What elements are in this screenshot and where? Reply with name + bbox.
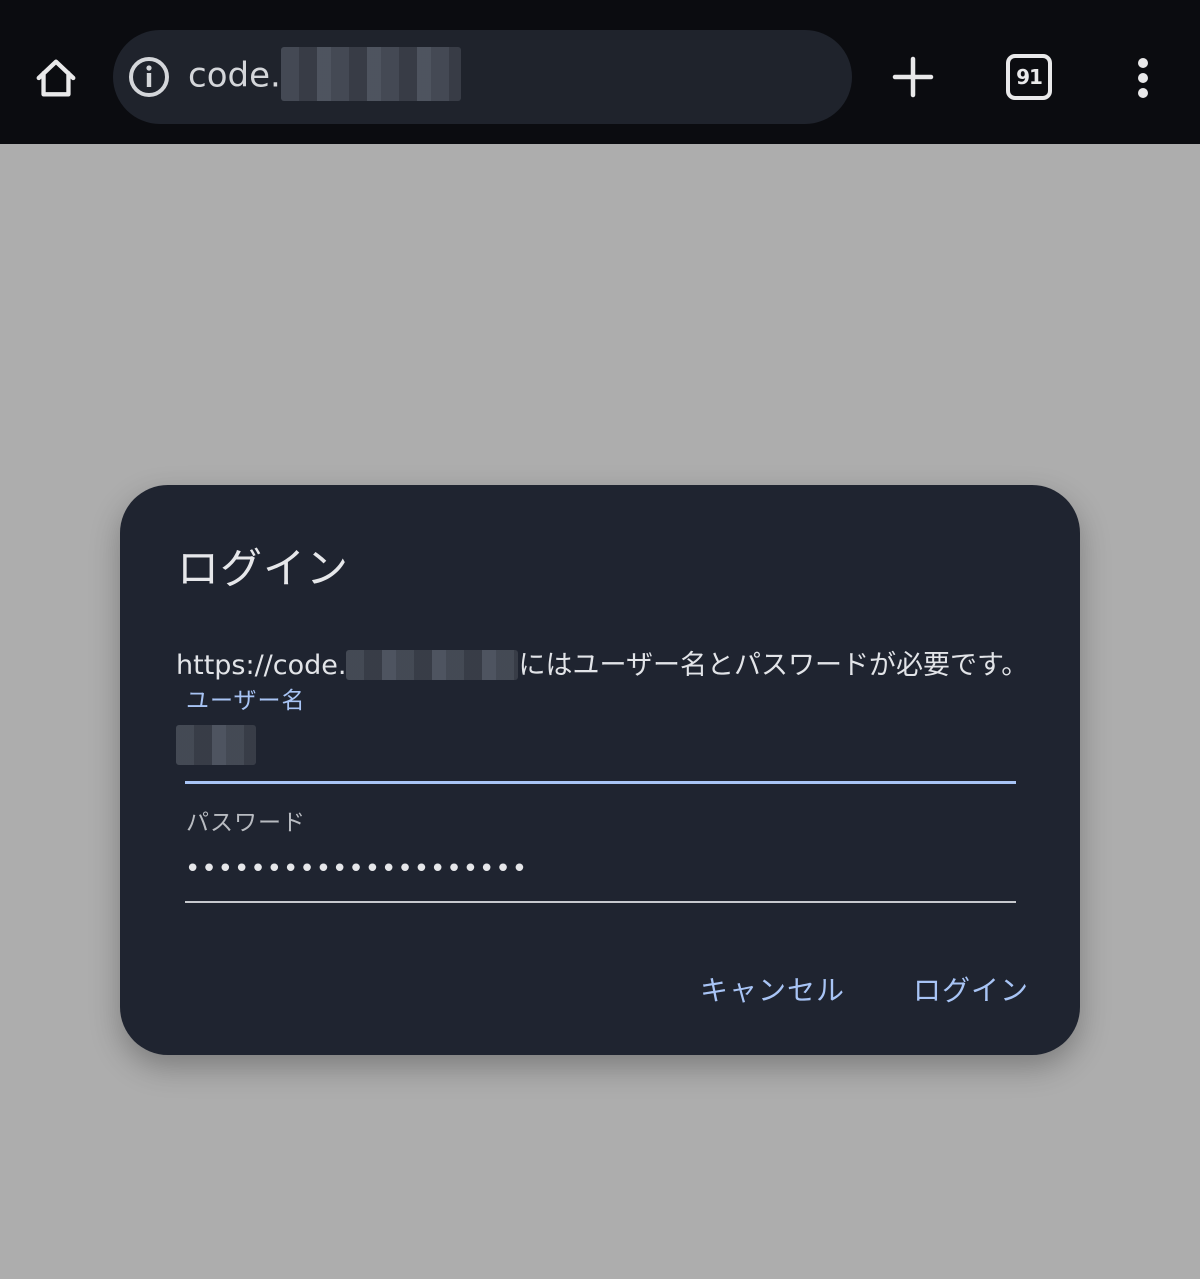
- url-visible: code.: [188, 55, 281, 96]
- tab-switcher-button[interactable]: 91: [1006, 54, 1052, 100]
- dialog-message: https://code. にはユーザー名とパスワードが必要です。: [176, 643, 1056, 682]
- new-tab-button[interactable]: [882, 46, 944, 108]
- password-field[interactable]: •••••••••••••••••••••: [185, 849, 1016, 899]
- login-button[interactable]: ログイン: [913, 969, 1029, 1009]
- username-underline: [185, 781, 1016, 784]
- home-icon: [36, 59, 76, 97]
- message-text: にはユーザー名とパスワードが必要です。: [518, 650, 1029, 681]
- home-button[interactable]: [20, 42, 92, 114]
- menu-dot: [1138, 58, 1148, 68]
- tab-count: 91: [1016, 65, 1043, 89]
- browser-toolbar: code. 91: [0, 0, 1200, 144]
- login-dialog: ログイン https://code. にはユーザー名とパスワードが必要です。 ユー…: [120, 485, 1080, 1055]
- menu-dot: [1138, 73, 1148, 83]
- cancel-button[interactable]: キャンセル: [700, 969, 845, 1009]
- username-field[interactable]: [176, 715, 1016, 769]
- username-label: ユーザー名: [186, 688, 306, 714]
- more-menu-button[interactable]: [1118, 48, 1168, 108]
- message-redaction: [346, 649, 519, 680]
- dialog-title: ログイン: [177, 544, 350, 593]
- plus-icon: [892, 56, 934, 98]
- info-icon[interactable]: [128, 56, 170, 98]
- menu-dot: [1138, 88, 1148, 98]
- url-text[interactable]: code.: [188, 47, 461, 101]
- password-label: パスワード: [186, 810, 306, 836]
- url-redaction: [280, 47, 461, 101]
- address-bar[interactable]: code.: [113, 30, 852, 124]
- password-underline: [185, 901, 1016, 903]
- message-url: https://code.: [176, 650, 347, 681]
- username-redaction: [176, 725, 256, 765]
